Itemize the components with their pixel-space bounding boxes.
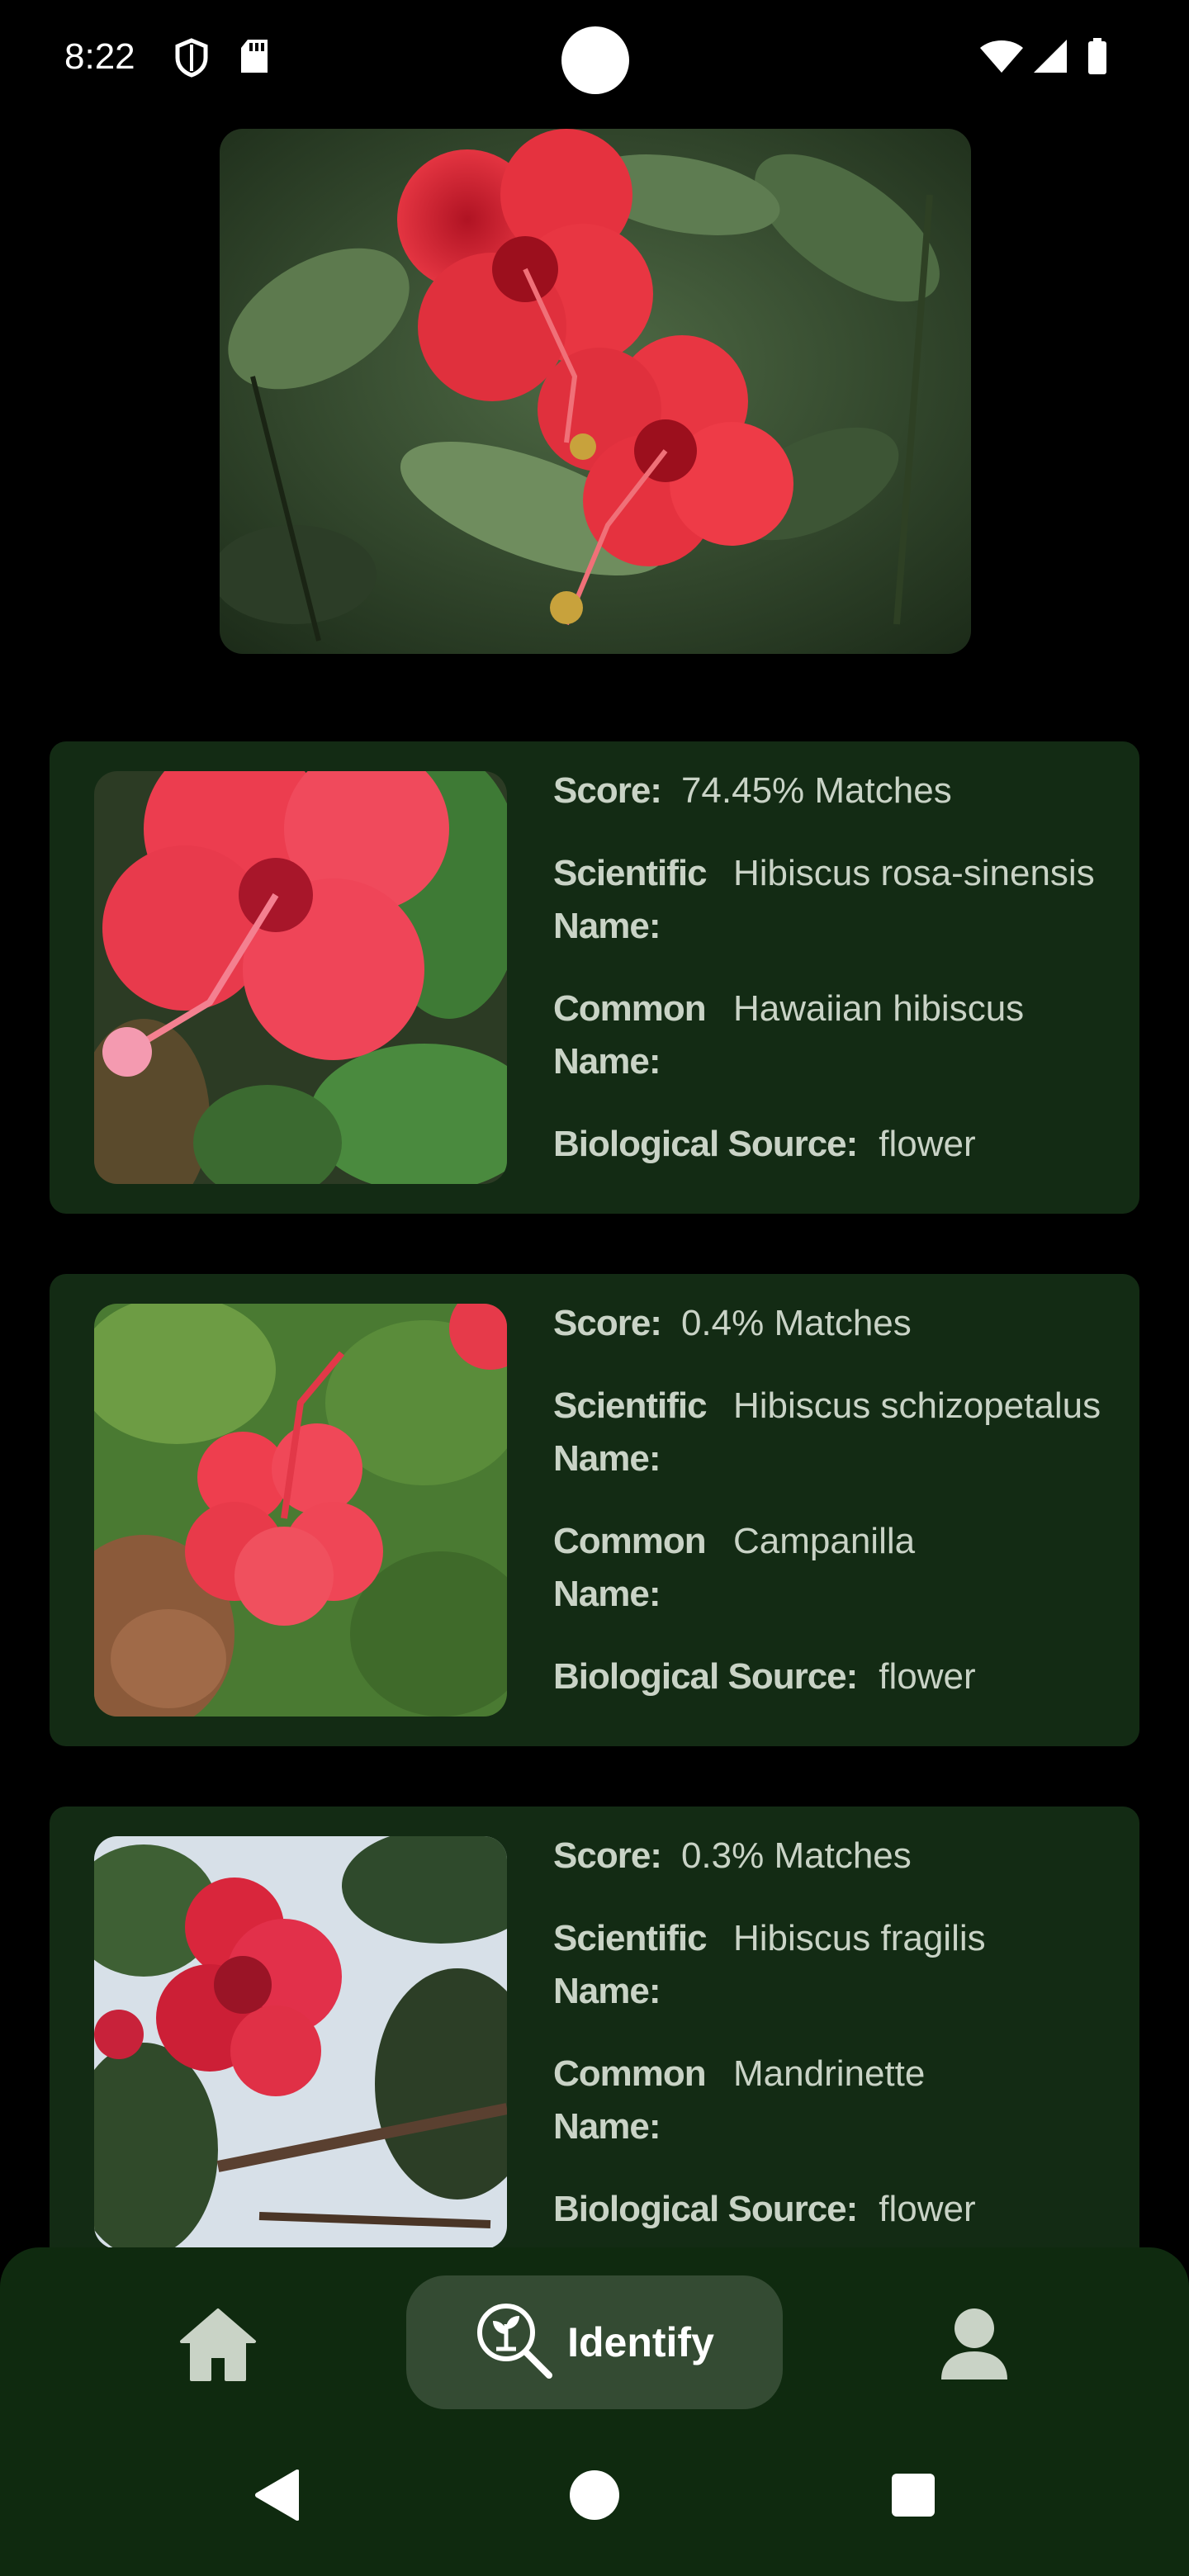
common-name-label: Common Name: [553, 2053, 707, 2147]
nav-identify-label: Identify [567, 2319, 714, 2365]
camera-cutout [561, 26, 629, 94]
status-time: 8:22 [64, 36, 135, 77]
biological-source-row: Biological Source: flower [553, 1650, 1123, 1703]
scientific-name-row: Scientific Name: Hibiscus schizopetalus [553, 1380, 1123, 1485]
score-label: Score: [553, 770, 662, 811]
biological-source-value: flower [879, 1124, 976, 1164]
result-card[interactable]: Score: 0.4% Matches Scientific Name: Hib… [50, 1274, 1139, 1746]
battery-icon [1087, 38, 1108, 78]
score-label: Score: [553, 1835, 662, 1876]
wifi-icon [979, 38, 1024, 78]
plant-search-icon [475, 2301, 554, 2384]
profile-icon [935, 2308, 1014, 2388]
scientific-name-row: Scientific Name: Hibiscus rosa-sinensis [553, 847, 1123, 953]
common-name-value: Hawaiian hibiscus [733, 988, 1025, 1029]
common-name-label: Common Name: [553, 988, 707, 1082]
home-circle-icon[interactable] [568, 2469, 621, 2526]
result-thumbnail [94, 1836, 507, 2249]
biological-source-label: Biological Source: [553, 2189, 858, 2229]
biological-source-row: Biological Source: flower [553, 1118, 1123, 1171]
nav-profile-button[interactable] [935, 2305, 1014, 2389]
sd-card-icon [239, 38, 269, 78]
score-value: 74.45% Matches [680, 770, 952, 811]
scientific-name-value: Hibiscus rosa-sinensis [733, 853, 1095, 893]
recents-icon[interactable] [890, 2472, 936, 2522]
common-name-row: Common Name: Hawaiian hibiscus [553, 983, 1123, 1088]
result-thumbnail [94, 1304, 507, 1717]
scientific-name-row: Scientific Name: Hibiscus fragilis [553, 1912, 1123, 2018]
back-icon[interactable] [253, 2469, 300, 2526]
score-row: Score: 74.45% Matches [553, 765, 1123, 817]
nav-home-button[interactable] [178, 2305, 258, 2389]
common-name-row: Common Name: Campanilla [553, 1515, 1123, 1621]
common-name-label: Common Name: [553, 1521, 707, 1614]
result-info: Score: 74.45% Matches Scientific Name: H… [553, 765, 1123, 1200]
common-name-value: Campanilla [733, 1521, 916, 1561]
biological-source-value: flower [879, 1656, 976, 1697]
biological-source-label: Biological Source: [553, 1124, 858, 1164]
score-label: Score: [553, 1303, 662, 1343]
scientific-name-value: Hibiscus schizopetalus [733, 1385, 1101, 1426]
score-value: 0.3% Matches [680, 1835, 912, 1876]
score-row: Score: 0.4% Matches [553, 1297, 1123, 1350]
home-icon [178, 2308, 258, 2388]
shield-icon [175, 38, 208, 82]
biological-source-value: flower [879, 2189, 976, 2229]
score-row: Score: 0.3% Matches [553, 1830, 1123, 1882]
common-name-row: Common Name: Mandrinette [553, 2048, 1123, 2153]
biological-source-row: Biological Source: flower [553, 2183, 1123, 2236]
result-thumbnail [94, 771, 507, 1184]
nav-identify-button[interactable]: Identify [406, 2275, 783, 2409]
score-value: 0.4% Matches [680, 1303, 912, 1343]
common-name-value: Mandrinette [733, 2053, 926, 2094]
result-card[interactable]: Score: 0.3% Matches Scientific Name: Hib… [50, 1807, 1139, 2279]
result-card[interactable]: Score: 74.45% Matches Scientific Name: H… [50, 741, 1139, 1214]
system-navigation-bar [0, 2444, 1189, 2576]
scientific-name-label: Scientific Name: [553, 853, 708, 946]
signal-icon [1032, 38, 1068, 78]
result-info: Score: 0.3% Matches Scientific Name: Hib… [553, 1830, 1123, 2266]
scientific-name-label: Scientific Name: [553, 1385, 708, 1479]
bottom-navigation: Identify [0, 2247, 1189, 2576]
scientific-name-value: Hibiscus fragilis [733, 1918, 986, 1958]
result-info: Score: 0.4% Matches Scientific Name: Hib… [553, 1297, 1123, 1733]
biological-source-label: Biological Source: [553, 1656, 858, 1697]
scientific-name-label: Scientific Name: [553, 1918, 708, 2011]
uploaded-plant-image [220, 129, 971, 654]
status-bar: 8:22 [0, 0, 1189, 124]
